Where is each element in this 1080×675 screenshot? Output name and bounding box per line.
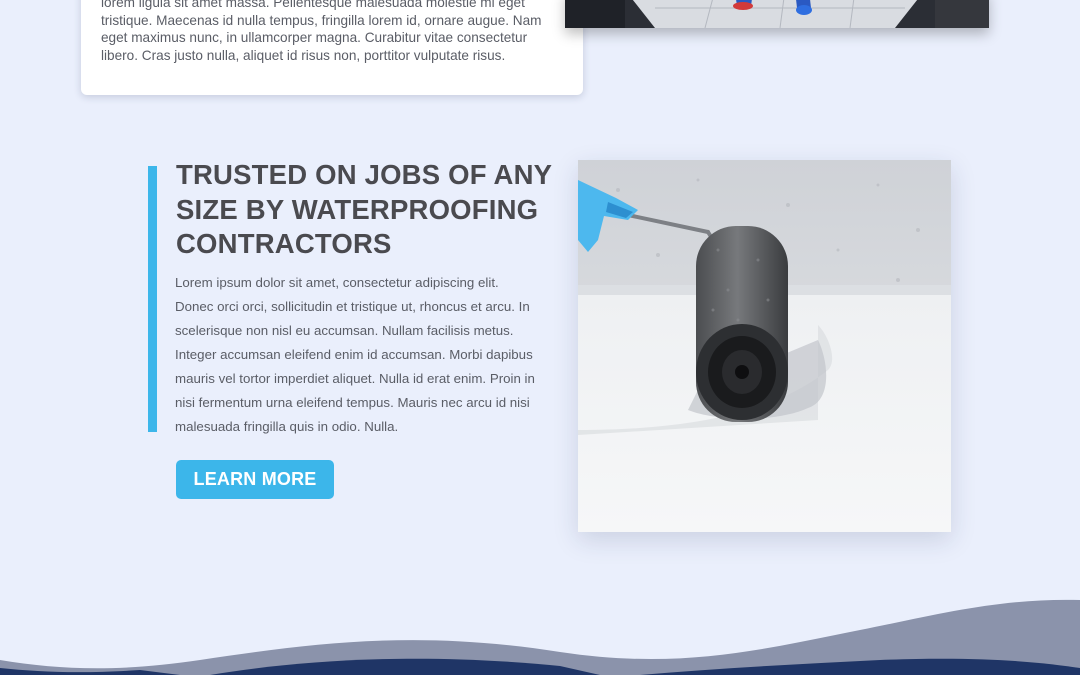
learn-more-button[interactable]: LEARN MORE (176, 460, 334, 499)
accent-bar (148, 166, 157, 432)
worker-photo (565, 0, 989, 28)
decorative-waves (0, 599, 1080, 675)
section-body-text: Lorem ipsum dolor sit amet, consectetur … (175, 275, 535, 434)
paint-roller-waterproofing-photo (578, 160, 951, 532)
intro-card: lorem ligula sit amet massa. Pellentesqu… (81, 0, 583, 95)
feature-photo (578, 160, 951, 532)
intro-card-text: lorem ligula sit amet massa. Pellentesqu… (101, 0, 542, 63)
section-headline: TRUSTED ON JOBS OF ANY SIZE BY WATERPROO… (176, 159, 552, 259)
worker-feet-on-tile-photo (565, 0, 989, 28)
